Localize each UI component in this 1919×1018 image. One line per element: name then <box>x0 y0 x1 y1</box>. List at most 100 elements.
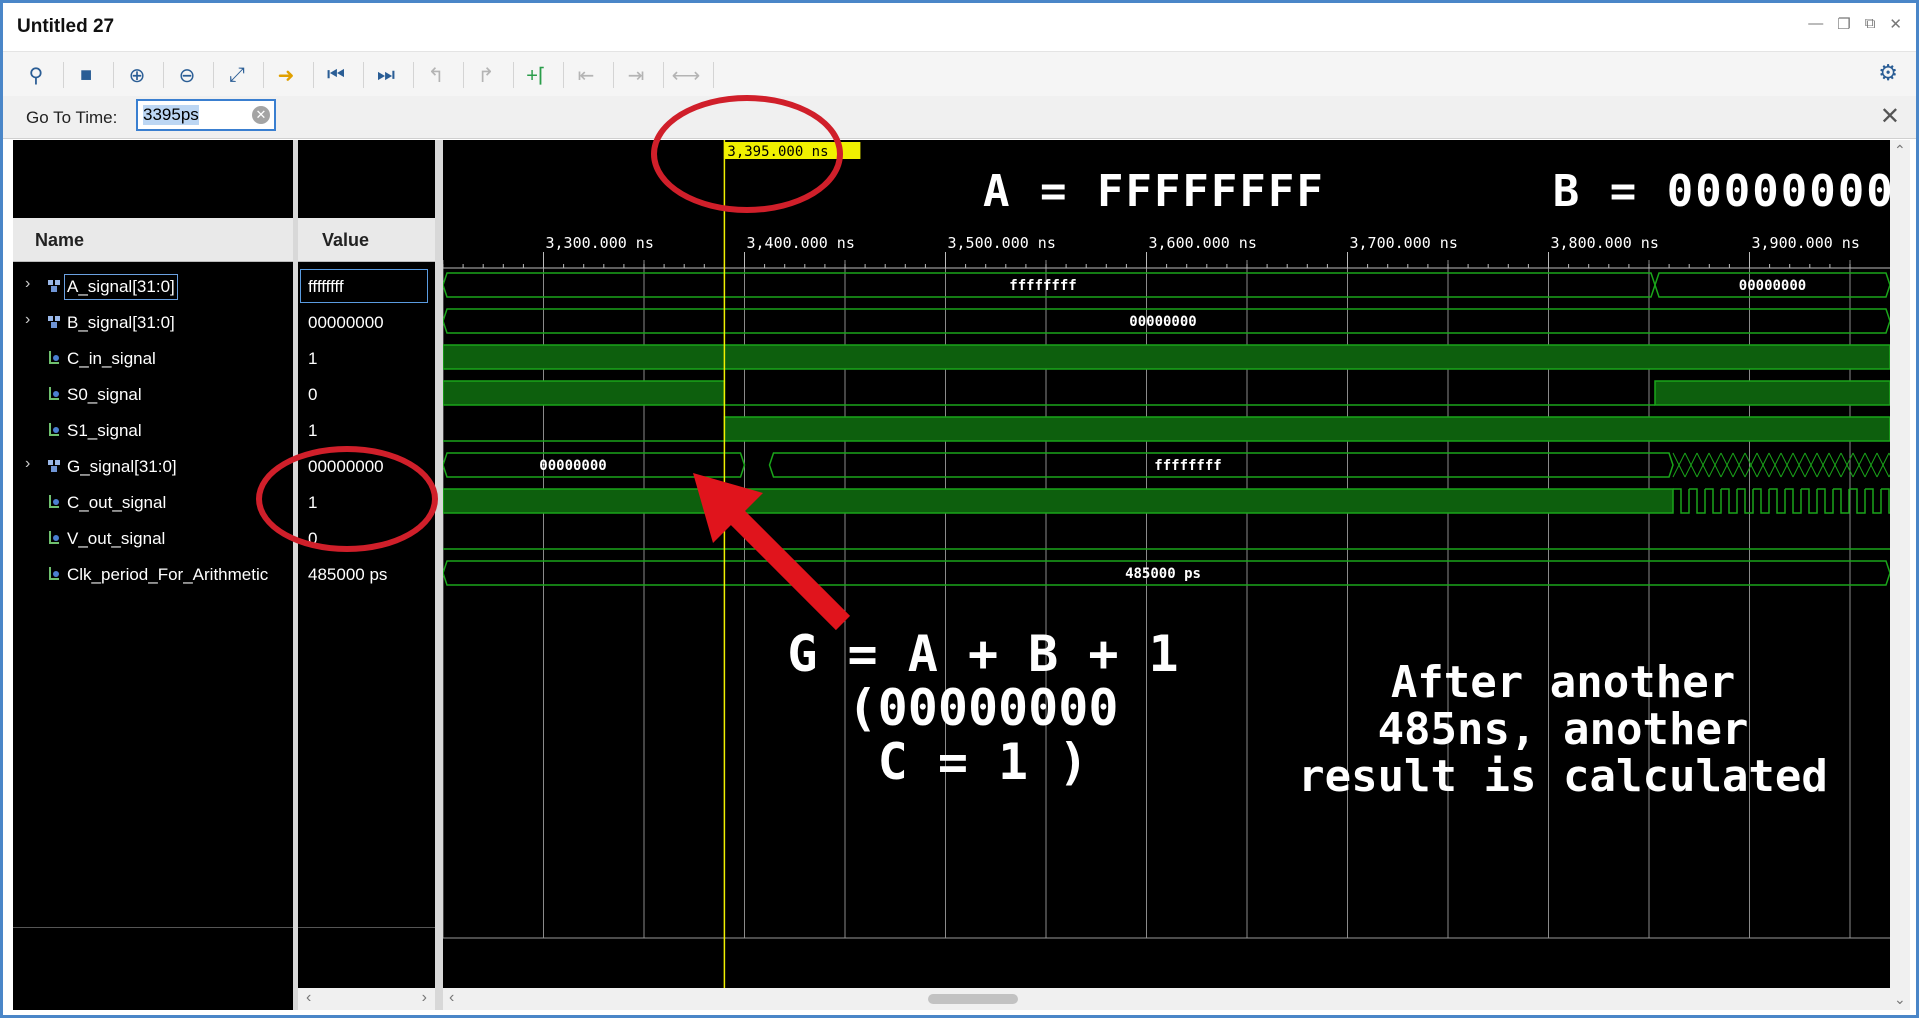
waveform-horizontal-scrollbar[interactable]: ‹ <box>443 988 1890 1010</box>
previous-transition-icon[interactable]: ↰ <box>419 60 453 90</box>
ab-annotation: A = FFFFFFFF B = 00000000 <box>983 166 1895 217</box>
signal-name: S1_signal <box>67 421 142 440</box>
minimize-icon[interactable]: — <box>1808 15 1823 33</box>
bus-value-label: 00000000 <box>1739 278 1806 294</box>
bit-toggle <box>1737 488 1754 514</box>
swap-cursors-icon[interactable]: ⟷ <box>669 60 703 90</box>
next-marker-icon[interactable]: ⇥ <box>619 60 653 90</box>
signal-value: ffffffff <box>308 277 344 296</box>
bit-toggle <box>1705 488 1722 514</box>
search-icon[interactable]: ⚲ <box>19 60 53 90</box>
value-row[interactable]: 0 <box>298 377 435 413</box>
time-tick-label: 3,700.000 ns <box>1350 234 1458 252</box>
waveform-area[interactable]: 3,300.000 ns 3,400.000 ns 3,500.000 ns 3,60… <box>443 140 1890 988</box>
name-column-header[interactable]: Name <box>13 218 293 262</box>
bus-value-label: ffffffff <box>1154 458 1221 474</box>
bit-signal-icon <box>49 387 59 400</box>
signal-name: Clk_period_For_Arithmetic <box>67 565 269 584</box>
zoom-in-icon[interactable]: ⊕ <box>120 60 154 90</box>
signal-value: 1 <box>308 349 318 368</box>
window-title: Untitled 27 <box>17 16 115 37</box>
bit-high <box>443 380 726 406</box>
close-icon[interactable]: ✕ <box>1880 102 1900 131</box>
bus-value-label: 00000000 <box>539 458 606 474</box>
value-row[interactable]: 00000000 <box>298 305 435 341</box>
bit-signal-icon <box>49 495 59 508</box>
bit-toggle <box>1673 488 1690 514</box>
signal-value: 485000 ps <box>308 565 388 584</box>
signal-row[interactable]: C_out_signal <box>13 485 293 521</box>
bit-signal-icon <box>49 351 59 364</box>
bus-signal-icon <box>48 280 60 292</box>
close-window-icon[interactable]: ✕ <box>1889 15 1902 33</box>
bit-signal-icon <box>49 531 59 544</box>
restore-icon[interactable]: ❐ <box>1837 15 1850 33</box>
signal-name: C_in_signal <box>67 349 156 368</box>
waveform-vertical-scrollbar[interactable]: ⌃ ⌄ <box>1890 140 1910 1010</box>
signal-row[interactable]: V_out_signal <box>13 521 293 557</box>
go-to-end-icon[interactable]: ⏭ <box>369 60 403 90</box>
add-marker-icon[interactable]: +⌈ <box>519 60 553 90</box>
signal-row[interactable]: C_in_signal <box>13 341 293 377</box>
after-annotation: After another 485ns, another result is c… <box>1298 657 1828 802</box>
scroll-thumb[interactable] <box>928 994 1018 1004</box>
bit-high <box>443 488 1674 514</box>
expand-chevron-icon[interactable]: › <box>25 311 30 329</box>
bit-high <box>1654 380 1890 406</box>
save-icon[interactable]: ■ <box>69 60 103 90</box>
clear-input-icon[interactable]: ✕ <box>252 106 270 124</box>
signal-name: V_out_signal <box>67 529 166 548</box>
red-arrow <box>693 473 851 631</box>
signal-name: A_signal[31:0] <box>64 274 178 300</box>
signal-value: 00000000 <box>308 313 384 332</box>
bus-value-label: ffffffff <box>1009 278 1076 294</box>
bit-signal-icon <box>49 567 59 580</box>
gear-icon[interactable]: ⚙ <box>1878 60 1898 86</box>
signal-row[interactable]: › B_signal[31:0] <box>13 305 293 341</box>
signal-value: 1 <box>308 421 318 440</box>
go-to-start-icon[interactable]: ⏮ <box>319 60 353 90</box>
zoom-fit-icon[interactable]: ⤢ <box>220 60 254 90</box>
go-to-time-bar: Go To Time: 3395ps ✕ ✕ <box>3 96 1916 139</box>
value-row[interactable]: 1 <box>298 413 435 449</box>
bit-high <box>723 416 1890 442</box>
value-row[interactable]: 1 <box>298 341 435 377</box>
signal-row[interactable]: S0_signal <box>13 377 293 413</box>
bit-toggle <box>1833 488 1850 514</box>
value-scrollbar[interactable]: ‹ › <box>298 988 435 1010</box>
bit-toggle <box>1865 488 1882 514</box>
zoom-out-icon[interactable]: ⊖ <box>170 60 204 90</box>
signal-name: C_out_signal <box>67 493 167 512</box>
value-column-header[interactable]: Value <box>298 218 435 262</box>
time-tick-label: 3,300.000 ns <box>546 234 654 252</box>
bit-toggle <box>1721 488 1738 514</box>
signal-row[interactable]: › A_signal[31:0] <box>13 269 293 305</box>
bit-signal-icon <box>49 423 59 436</box>
signal-row[interactable]: › G_signal[31:0] <box>13 449 293 485</box>
previous-marker-icon[interactable]: ⇤ <box>569 60 603 90</box>
signal-value: 0 <box>308 385 318 404</box>
bit-high <box>443 344 1890 370</box>
signal-name-panel: Name › A_signal[31:0] › B_signal[31:0] C_in_… <box>13 140 293 1010</box>
bit-toggle <box>1689 488 1706 514</box>
next-transition-icon[interactable]: ↱ <box>469 60 503 90</box>
bus-signal-icon <box>48 460 60 472</box>
signal-row[interactable]: Clk_period_For_Arithmetic <box>13 557 293 593</box>
expand-chevron-icon[interactable]: › <box>25 275 30 293</box>
time-tick-label: 3,800.000 ns <box>1551 234 1659 252</box>
maximize-icon[interactable]: ⧉ <box>1865 15 1876 33</box>
expand-chevron-icon[interactable]: › <box>25 455 30 473</box>
signal-value-panel: Value ffffffff 00000000 1 0 1 00000000 1 0 48500… <box>298 140 435 1010</box>
value-row[interactable]: 485000 ps <box>298 557 435 593</box>
signal-row[interactable]: S1_signal <box>13 413 293 449</box>
time-tick-label: 3,900.000 ns <box>1752 234 1860 252</box>
go-to-cursor-icon[interactable]: ➜ <box>269 60 303 90</box>
signal-name: G_signal[31:0] <box>67 457 177 476</box>
bit-toggle <box>1801 488 1818 514</box>
bus-signal-icon <box>48 316 60 328</box>
g-annotation: G = A + B + 1 (00000000 C = 1 ) <box>787 625 1179 791</box>
value-row[interactable]: ffffffff <box>298 269 435 305</box>
bit-toggle <box>1817 488 1834 514</box>
bit-toggle <box>1849 488 1866 514</box>
window-controls: — ❐ ⧉ ✕ <box>1808 15 1902 33</box>
